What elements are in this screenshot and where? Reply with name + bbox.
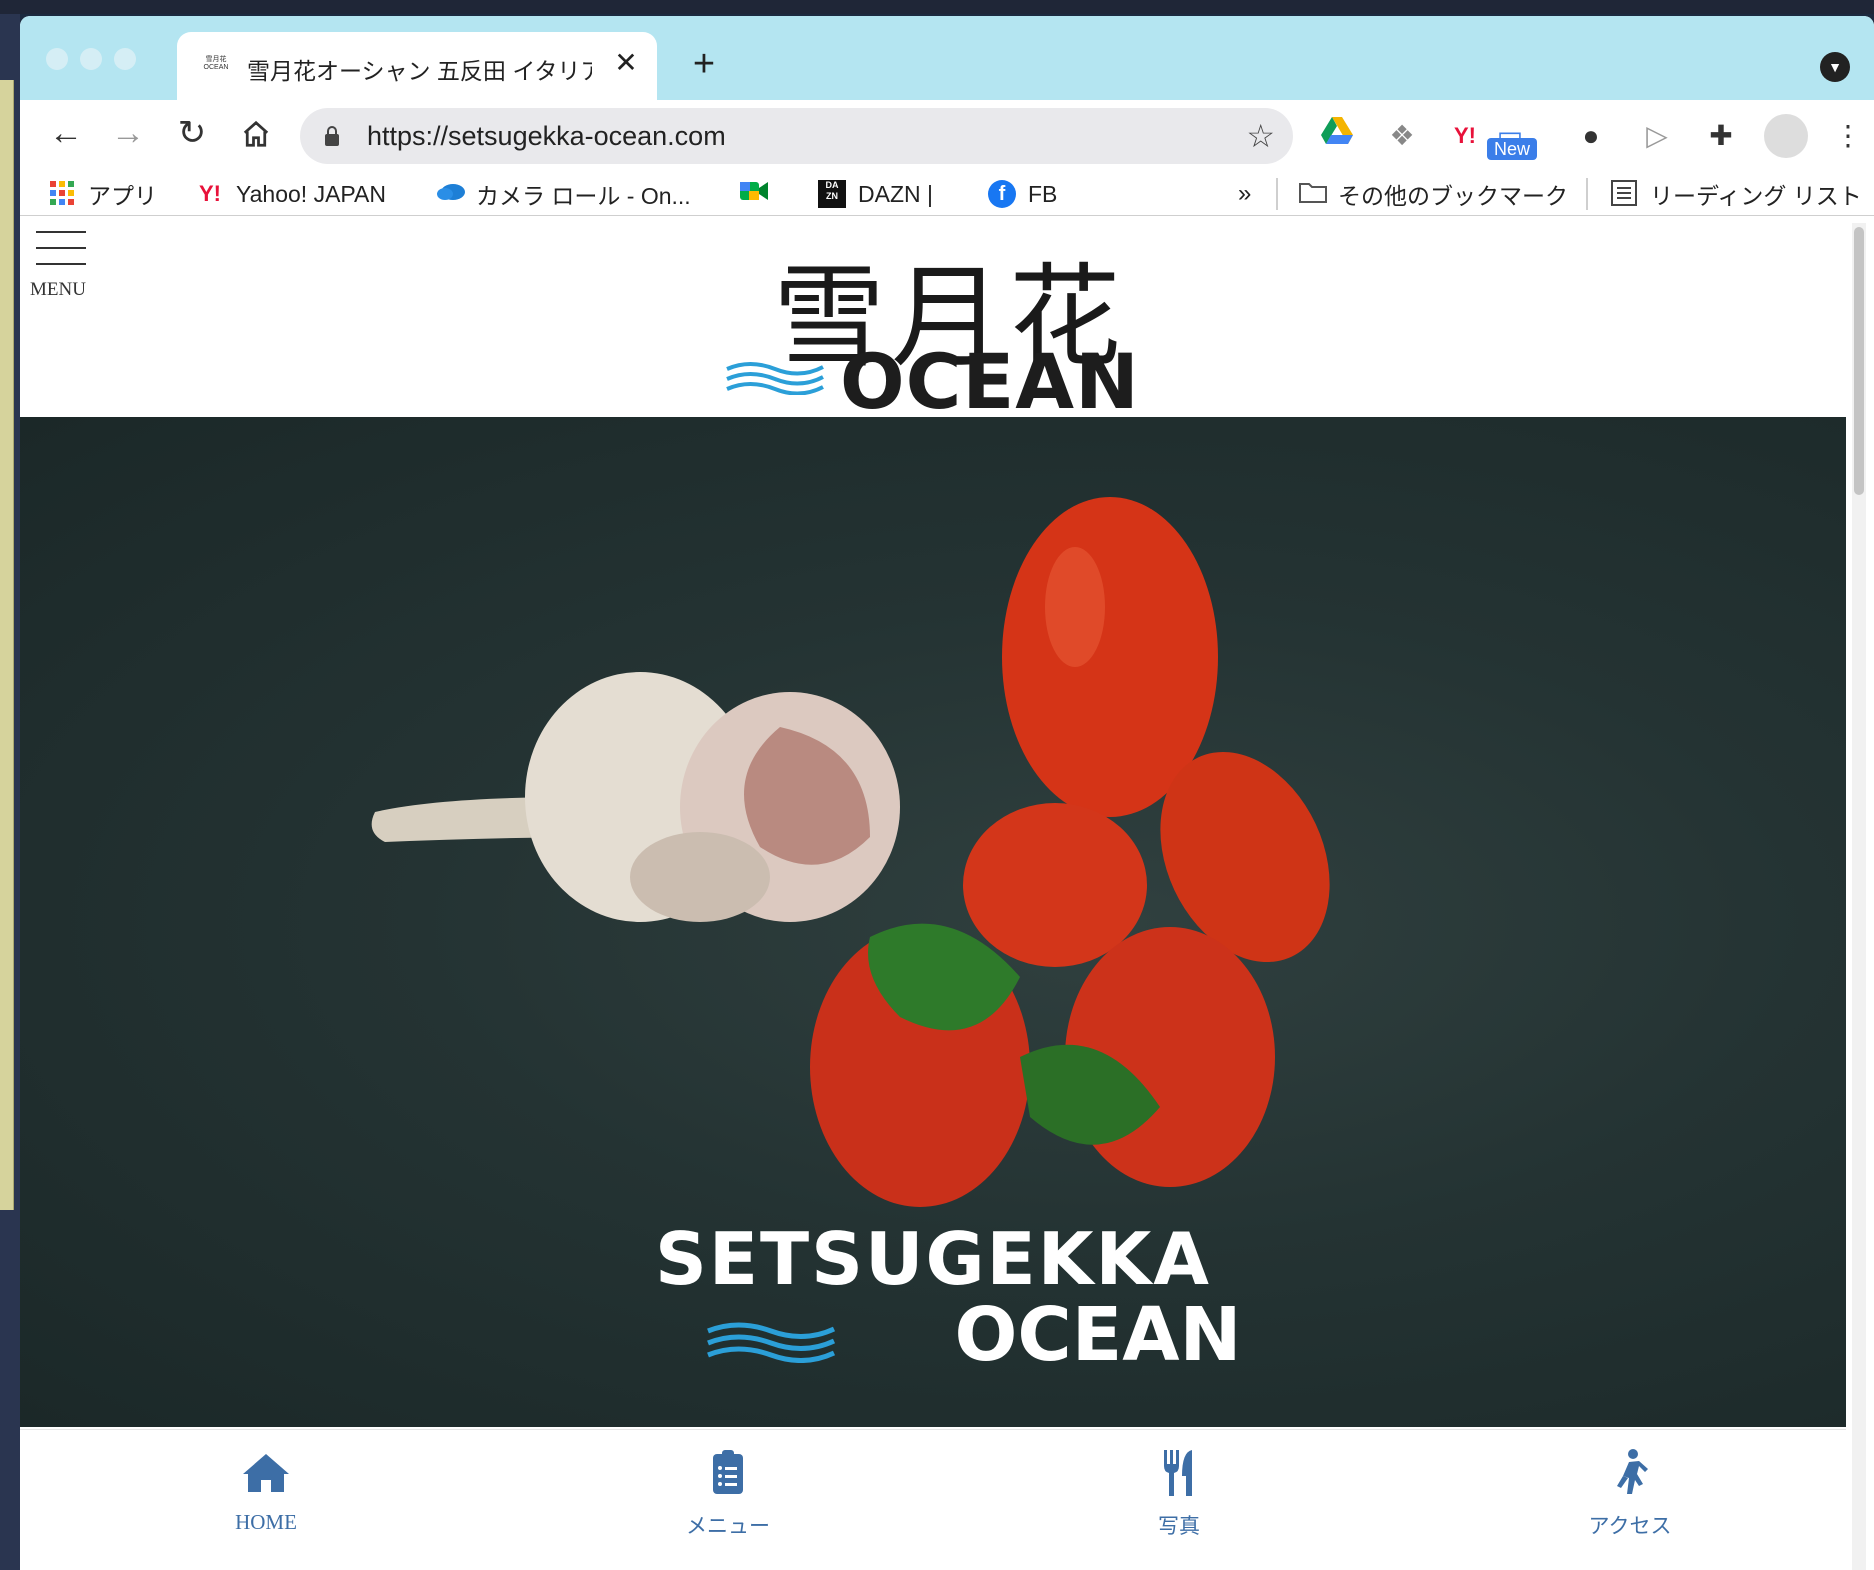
background-window-sliver — [0, 80, 14, 1210]
media-extension-icon[interactable]: ▷ — [1637, 116, 1677, 156]
window-zoom-control[interactable] — [114, 48, 136, 70]
macos-menubar — [0, 0, 1874, 14]
browser-tab-active[interactable]: 雪月花 OCEAN 雪月花オーシャン 五反田 イタリア ✕ — [177, 32, 657, 100]
nav-item-home[interactable]: HOME — [176, 1446, 356, 1535]
bookmark-label: FB — [1028, 180, 1058, 207]
address-bar[interactable]: https://setsugekka-ocean.com ☆ — [300, 108, 1293, 164]
browser-window: 雪月花 OCEAN 雪月花オーシャン 五反田 イタリア ✕ + ▼ ← → ↻ … — [20, 16, 1874, 1570]
tomatoes-icon — [810, 497, 1330, 1207]
google-drive-icon[interactable] — [1317, 116, 1357, 156]
nav-item-photos[interactable]: 写真 — [1089, 1446, 1269, 1540]
bookmark-label: アプリ — [88, 183, 157, 209]
spheres-extension-icon[interactable]: ● — [1571, 116, 1611, 156]
back-button[interactable]: ← — [42, 110, 90, 158]
bookmarks-separator — [1586, 178, 1588, 210]
nav-item-access[interactable]: アクセス — [1540, 1446, 1720, 1540]
hero-image: SETSUGEKKA OCEAN — [20, 417, 1846, 1427]
bookmark-label: カメラ ロール - On... — [476, 183, 691, 209]
hero-title-line1: SETSUGEKKA — [654, 1217, 1212, 1301]
reading-list-icon — [1610, 180, 1638, 208]
reload-button[interactable]: ↻ — [168, 110, 216, 158]
other-bookmarks-folder[interactable]: その他のブックマーク — [1298, 178, 1568, 210]
web-page: MENU 雪月花 OCEAN SETSUGEKKA OCEAN HOME メニュ… — [20, 217, 1846, 1570]
nav-label: メニュー — [686, 1514, 770, 1538]
bookmark-yahoo[interactable]: Y! Yahoo! JAPAN — [196, 178, 386, 210]
bookmark-label: Yahoo! JAPAN — [236, 180, 387, 207]
new-badge: New — [1487, 138, 1537, 160]
url-text: https://setsugekka-ocean.com — [367, 121, 726, 151]
bookmark-dazn[interactable]: DA ZN DAZN | — [818, 178, 933, 210]
nav-item-menu[interactable]: メニュー — [638, 1446, 818, 1540]
home-icon — [243, 1454, 289, 1492]
tab-title: 雪月花オーシャン 五反田 イタリア — [247, 58, 592, 84]
bookmark-apps[interactable]: アプリ — [48, 178, 157, 210]
nav-label: 写真 — [1158, 1514, 1200, 1538]
desktop-background — [0, 14, 20, 1570]
menu-label: MENU — [30, 279, 86, 300]
utensils-icon — [1164, 1450, 1192, 1496]
yahoo-icon: Y! — [199, 181, 221, 206]
home-outline-icon — [243, 120, 269, 147]
logo-waves-icon — [726, 362, 824, 395]
hamburger-icon-bar — [36, 247, 86, 249]
onedrive-icon — [436, 180, 465, 208]
walking-person-icon — [1617, 1449, 1648, 1494]
hamburger-menu-button[interactable]: MENU — [30, 229, 94, 300]
dropbox-icon[interactable]: ❖ — [1382, 116, 1422, 156]
google-meet-icon — [740, 180, 768, 208]
forward-button[interactable]: → — [104, 110, 152, 158]
folder-icon — [1298, 180, 1327, 208]
lock-icon — [325, 126, 339, 146]
home-button[interactable] — [232, 110, 280, 158]
other-bookmarks-label: その他のブックマーク — [1338, 183, 1568, 209]
site-logo-ocean[interactable]: OCEAN — [840, 337, 1140, 426]
bookmark-onedrive[interactable]: カメラ ロール - On... — [436, 178, 691, 210]
dazn-icon: DA ZN — [818, 180, 846, 208]
bookmarks-separator — [1276, 178, 1278, 210]
clipboard-list-icon — [713, 1450, 743, 1494]
window-close-control[interactable] — [46, 48, 68, 70]
hamburger-icon-bar — [36, 231, 86, 233]
browser-toolbar: ← → ↻ https://setsugekka-ocean.com ☆ ❖ Y… — [20, 100, 1874, 170]
bookmark-google-meet[interactable] — [740, 178, 768, 210]
tab-favicon: 雪月花 OCEAN — [203, 56, 229, 71]
nav-label: アクセス — [1588, 1514, 1672, 1538]
bottom-nav: HOME メニュー 写真 アクセス — [20, 1429, 1846, 1570]
bookmarks-overflow-button[interactable]: » — [1238, 178, 1251, 210]
hamburger-icon-bar — [36, 263, 86, 265]
bookmark-facebook[interactable]: f FB — [988, 178, 1057, 210]
scrollbar-thumb[interactable] — [1854, 227, 1864, 495]
tab-close-icon[interactable]: ✕ — [611, 48, 641, 78]
reading-list-button[interactable]: リーディング リスト — [1610, 178, 1862, 210]
nav-label: HOME — [235, 1510, 297, 1534]
bookmark-label: DAZN | — [858, 180, 933, 207]
apps-grid-icon — [48, 180, 76, 208]
page-scrollbar[interactable] — [1852, 223, 1866, 1570]
bookmark-star-icon[interactable]: ☆ — [1246, 117, 1275, 155]
reading-list-label: リーディング リスト — [1650, 183, 1862, 209]
garlic-bulb-icon — [371, 672, 900, 922]
browser-menu-icon[interactable]: ⋮ — [1828, 116, 1868, 156]
facebook-icon: f — [988, 180, 1016, 208]
bookmarks-bar: アプリ Y! Yahoo! JAPAN カメラ ロール - On... DA ZN… — [20, 170, 1874, 216]
window-minimize-control[interactable] — [80, 48, 102, 70]
profile-avatar[interactable] — [1764, 114, 1808, 158]
extensions-puzzle-icon[interactable]: ✚ — [1701, 116, 1741, 156]
hero-title-line2: OCEAN — [954, 1292, 1242, 1378]
new-tab-button[interactable]: + — [684, 45, 724, 86]
tab-strip: 雪月花 OCEAN 雪月花オーシャン 五反田 イタリア ✕ + ▼ — [20, 16, 1874, 100]
yahoo-extension-icon[interactable]: Y! — [1445, 116, 1485, 156]
tab-search-button[interactable]: ▼ — [1820, 52, 1850, 82]
